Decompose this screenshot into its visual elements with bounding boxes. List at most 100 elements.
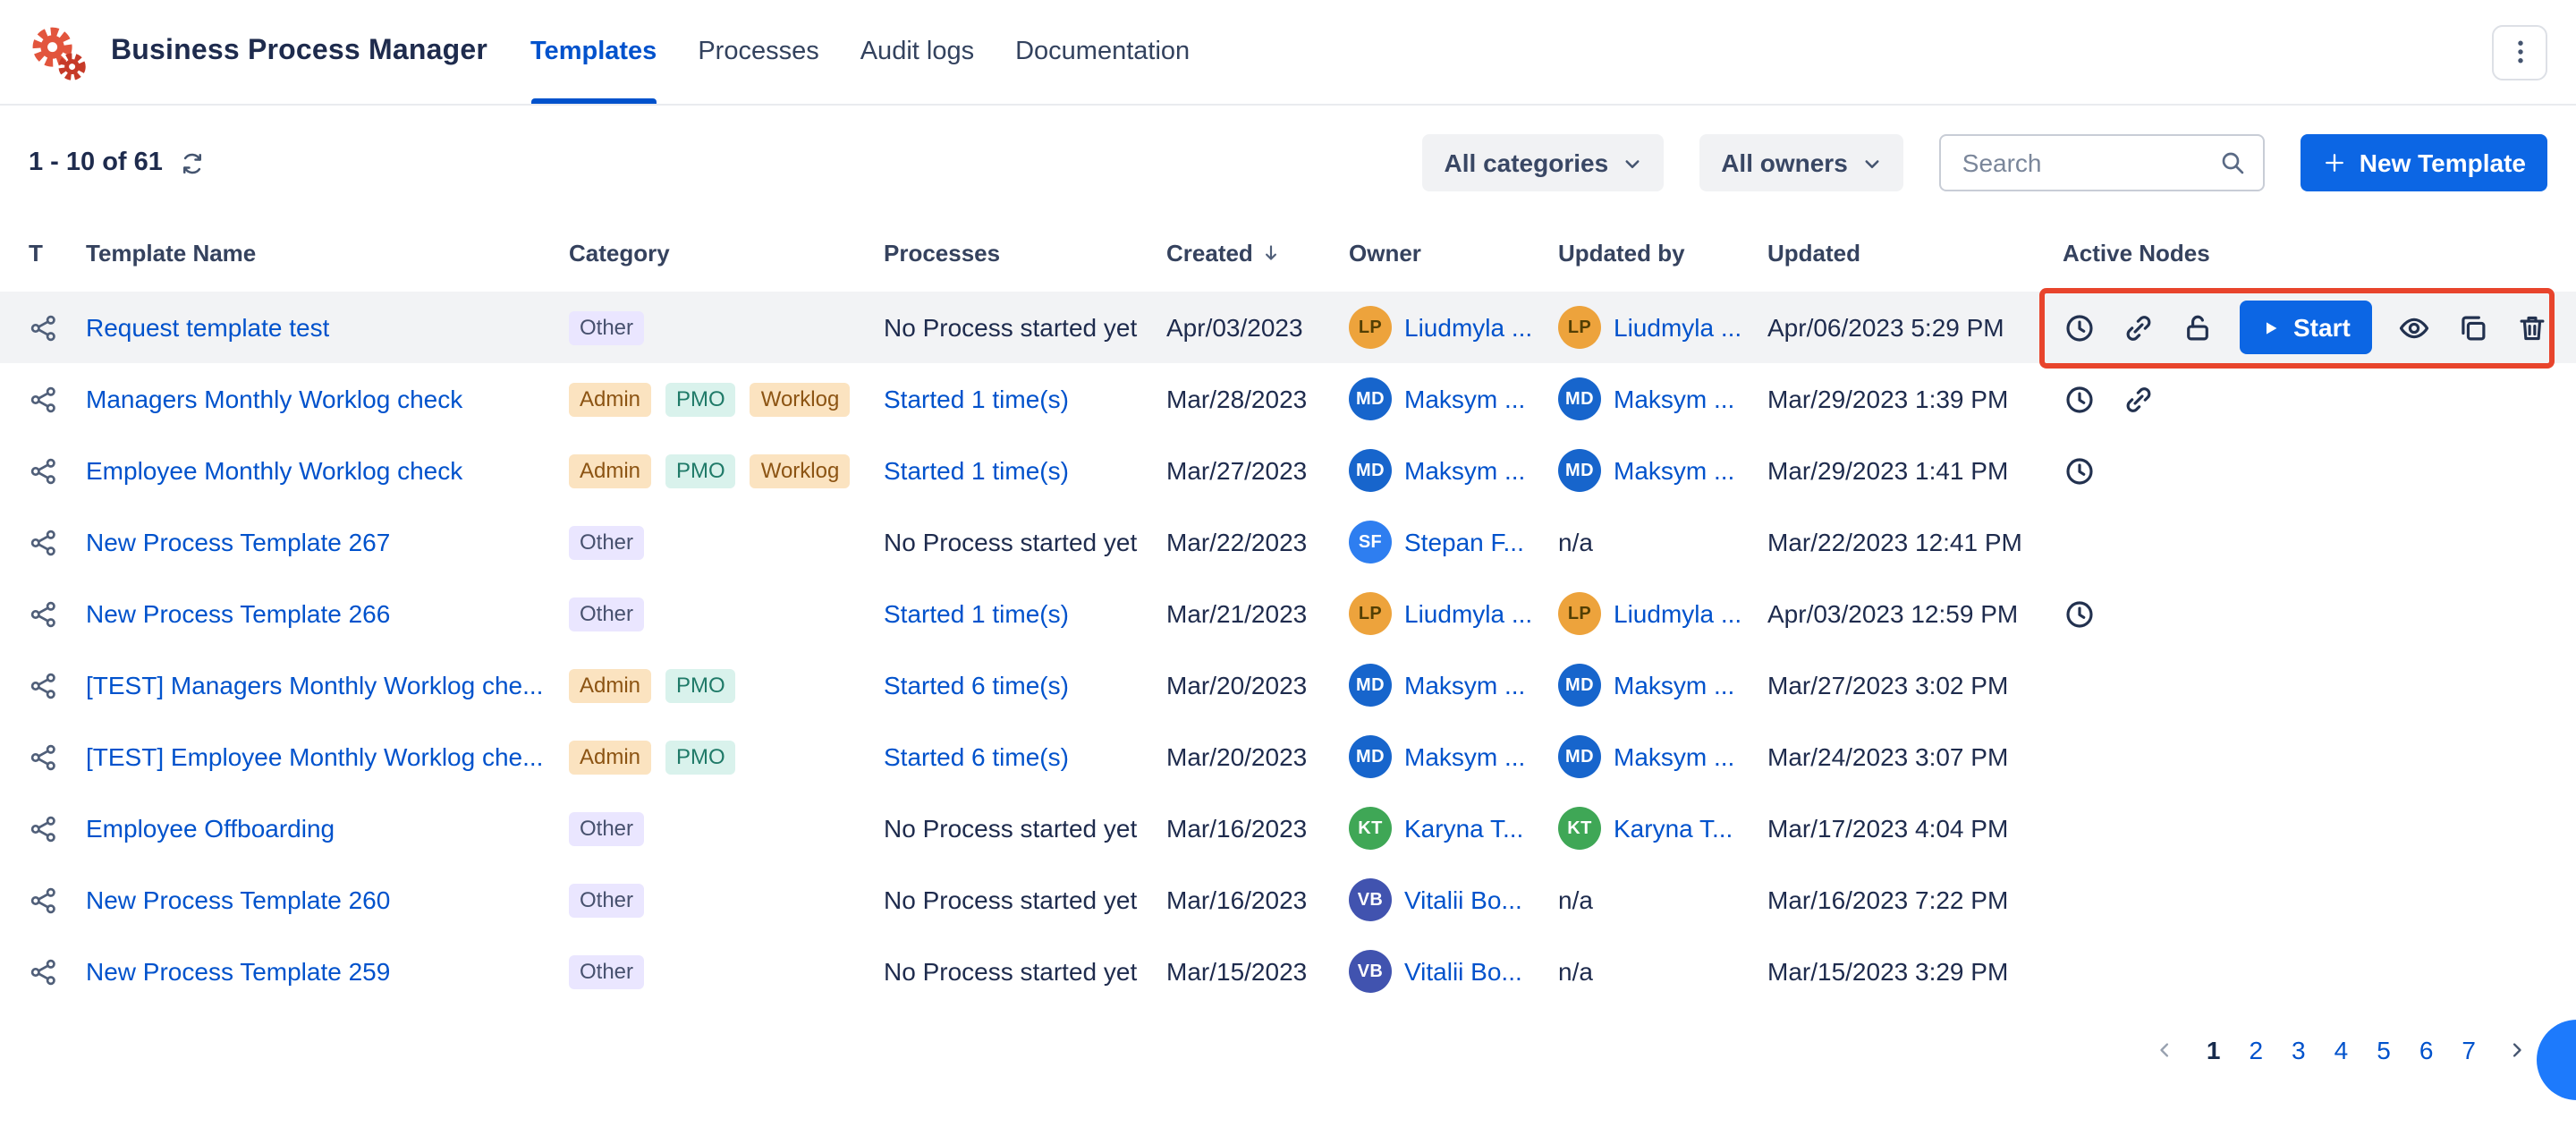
trash-icon[interactable] (2515, 310, 2549, 344)
plus-icon (2322, 150, 2347, 175)
template-name-link[interactable]: New Process Template 266 (86, 599, 390, 628)
user-link[interactable]: Vitalii Bo... (1404, 957, 1522, 986)
user-link[interactable]: Liudmyla ... (1404, 599, 1532, 628)
col-active-nodes: Active Nodes (2063, 239, 2547, 266)
copy-icon[interactable] (2456, 310, 2490, 344)
processes-status[interactable]: Started 1 time(s) (884, 385, 1069, 413)
user-link[interactable]: Maksym ... (1614, 671, 1734, 699)
not-available-text: n/a (1558, 528, 1593, 556)
tab-templates[interactable]: Templates (530, 0, 657, 104)
page-number-6[interactable]: 6 (2419, 1036, 2434, 1064)
avatar: MD (1349, 449, 1392, 492)
user-link[interactable]: Stepan F... (1404, 528, 1524, 556)
category-chip: PMO (665, 740, 736, 774)
template-name-link[interactable]: New Process Template 259 (86, 957, 390, 986)
col-category[interactable]: Category (569, 239, 884, 266)
processes-status[interactable]: Started 1 time(s) (884, 456, 1069, 485)
owner-cell: MD Maksym ... (1349, 449, 1558, 492)
eye-icon[interactable] (2397, 310, 2431, 344)
avatar: MD (1558, 664, 1601, 707)
new-template-button[interactable]: New Template (2301, 134, 2547, 191)
tab-processes[interactable]: Processes (698, 0, 818, 104)
col-updated[interactable]: Updated (1767, 239, 2063, 266)
category-chip: Admin (569, 382, 651, 416)
template-name-link[interactable]: [TEST] Managers Monthly Worklog che... (86, 671, 543, 699)
chevron-left-icon[interactable] (2153, 1038, 2178, 1063)
table-row[interactable]: Request template test Other No Process s… (0, 292, 2576, 363)
processes-status[interactable]: Started 6 time(s) (884, 742, 1069, 771)
user-link[interactable]: Maksym ... (1404, 742, 1525, 771)
search-icon (2218, 148, 2247, 177)
col-owner[interactable]: Owner (1349, 239, 1558, 266)
updated-by-cell: KTKaryna T... (1558, 807, 1767, 850)
updated-cell: Mar/17/2023 4:04 PM (1767, 814, 2063, 843)
user-link[interactable]: Maksym ... (1614, 742, 1734, 771)
template-name-link[interactable]: Employee Monthly Worklog check (86, 456, 462, 485)
table-row[interactable]: New Process Template 266 Other Started 1… (0, 578, 2576, 649)
owner-cell: MDMaksym ... (1349, 664, 1558, 707)
user-link[interactable]: Maksym ... (1614, 385, 1734, 413)
table-row[interactable]: New Process Template 259 Other No Proces… (0, 936, 2576, 1007)
col-processes[interactable]: Processes (884, 239, 1166, 266)
template-name-link[interactable]: Managers Monthly Worklog check (86, 385, 462, 413)
template-name-link[interactable]: Employee Offboarding (86, 814, 335, 843)
page-number-1[interactable]: 1 (2207, 1036, 2221, 1064)
tab-audit-logs[interactable]: Audit logs (860, 0, 974, 104)
categories-filter-dropdown[interactable]: All categories (1423, 134, 1665, 191)
user-link[interactable]: Liudmyla ... (1614, 599, 1741, 628)
user-link[interactable]: Maksym ... (1404, 385, 1525, 413)
page-number-5[interactable]: 5 (2377, 1036, 2391, 1064)
avatar: SF (1349, 521, 1392, 564)
created-cell: Mar/27/2023 (1166, 456, 1349, 485)
col-created[interactable]: Created (1166, 239, 1349, 266)
table-row[interactable]: Employee Monthly Worklog check AdminPMOW… (0, 435, 2576, 506)
category-chip: Admin (569, 668, 651, 702)
owners-filter-dropdown[interactable]: All owners (1699, 134, 1903, 191)
template-name-link[interactable]: [TEST] Employee Monthly Worklog che... (86, 742, 543, 771)
process-template-icon (29, 670, 59, 700)
user-link[interactable]: Karyna T... (1404, 814, 1523, 843)
lock-icon[interactable] (2181, 310, 2215, 344)
user-link[interactable]: Maksym ... (1614, 456, 1734, 485)
col-template-name[interactable]: Template Name (86, 239, 569, 266)
start-button[interactable]: Start (2240, 301, 2372, 354)
process-template-icon (29, 312, 59, 343)
process-template-icon (29, 384, 59, 414)
template-name-link[interactable]: New Process Template 260 (86, 886, 390, 914)
page-number-4[interactable]: 4 (2334, 1036, 2349, 1064)
more-menu-button[interactable] (2492, 24, 2547, 80)
created-cell: Mar/16/2023 (1166, 814, 1349, 843)
page-number-2[interactable]: 2 (2249, 1036, 2263, 1064)
col-updated-by[interactable]: Updated by (1558, 239, 1767, 266)
page-number-7[interactable]: 7 (2462, 1036, 2476, 1064)
processes-status[interactable]: Started 1 time(s) (884, 599, 1069, 628)
template-name-link[interactable]: New Process Template 267 (86, 528, 390, 556)
table-row[interactable]: New Process Template 260 Other No Proces… (0, 864, 2576, 936)
user-link[interactable]: Karyna T... (1614, 814, 1733, 843)
processes-cell: Started 6 time(s) (884, 671, 1166, 699)
processes-status[interactable]: Started 6 time(s) (884, 671, 1069, 699)
table-header: T Template Name Category Processes Creat… (0, 213, 2576, 292)
template-name-link[interactable]: Request template test (86, 313, 329, 342)
process-template-icon (29, 527, 59, 557)
user-link[interactable]: Liudmyla ... (1404, 313, 1532, 342)
owner-cell: LPLiudmyla ... (1349, 306, 1558, 349)
avatar: LP (1558, 592, 1601, 635)
refresh-icon[interactable] (179, 149, 206, 176)
search-input[interactable] (1959, 147, 2218, 179)
user-link[interactable]: Liudmyla ... (1614, 313, 1741, 342)
table-row[interactable]: New Process Template 267 Other No Proces… (0, 506, 2576, 578)
tab-documentation[interactable]: Documentation (1015, 0, 1190, 104)
process-template-icon (29, 455, 59, 486)
owner-cell: MDMaksym ... (1349, 377, 1558, 420)
user-link[interactable]: Maksym ... (1404, 671, 1525, 699)
user-link[interactable]: Maksym ... (1404, 456, 1525, 485)
table-row[interactable]: Managers Monthly Worklog check AdminPMOW… (0, 363, 2576, 435)
table-row[interactable]: [TEST] Employee Monthly Worklog che... A… (0, 721, 2576, 792)
page-number-3[interactable]: 3 (2292, 1036, 2306, 1064)
chevron-right-icon[interactable] (2504, 1038, 2529, 1063)
avatar: MD (1558, 377, 1601, 420)
table-row[interactable]: Employee Offboarding Other No Process st… (0, 792, 2576, 864)
user-link[interactable]: Vitalii Bo... (1404, 886, 1522, 914)
table-row[interactable]: [TEST] Managers Monthly Worklog che... A… (0, 649, 2576, 721)
